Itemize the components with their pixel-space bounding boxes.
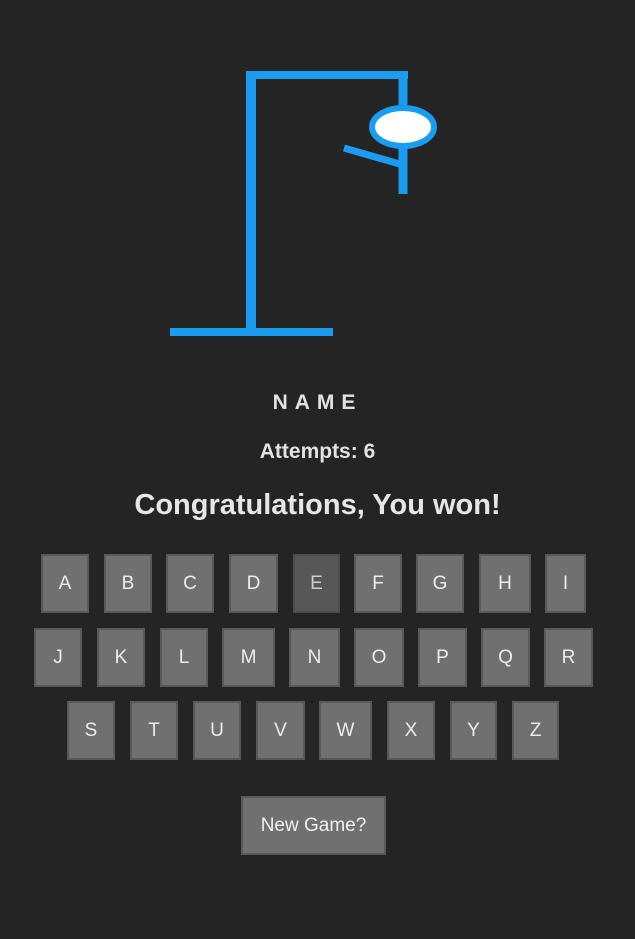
key-q[interactable]: Q xyxy=(481,628,530,687)
key-a[interactable]: A xyxy=(41,554,89,613)
key-j[interactable]: J xyxy=(34,628,82,687)
key-p[interactable]: P xyxy=(418,628,467,687)
key-v[interactable]: V xyxy=(256,701,305,760)
game-result-message: Congratulations, You won! xyxy=(134,489,501,521)
word-display: NAME xyxy=(272,391,363,414)
key-k[interactable]: K xyxy=(97,628,145,687)
key-z[interactable]: Z xyxy=(512,701,559,760)
key-i[interactable]: I xyxy=(545,554,586,613)
key-s[interactable]: S xyxy=(67,701,115,760)
hangman-head xyxy=(369,105,437,149)
key-u[interactable]: U xyxy=(193,701,241,760)
hangman-left-arm xyxy=(343,144,404,169)
key-m[interactable]: M xyxy=(222,628,275,687)
attempts-counter: Attempts: 6 xyxy=(259,440,376,463)
key-l[interactable]: L xyxy=(160,628,208,687)
key-h[interactable]: H xyxy=(479,554,531,613)
key-r[interactable]: R xyxy=(544,628,593,687)
key-y[interactable]: Y xyxy=(450,701,497,760)
key-t[interactable]: T xyxy=(130,701,178,760)
key-g[interactable]: G xyxy=(416,554,464,613)
key-w[interactable]: W xyxy=(319,701,372,760)
key-d[interactable]: D xyxy=(229,554,278,613)
new-game-button[interactable]: New Game? xyxy=(241,796,386,855)
key-x[interactable]: X xyxy=(387,701,435,760)
key-o[interactable]: O xyxy=(354,628,404,687)
key-f[interactable]: F xyxy=(354,554,402,613)
key-c[interactable]: C xyxy=(166,554,214,613)
key-n[interactable]: N xyxy=(289,628,340,687)
hangman-drawing xyxy=(170,71,437,336)
key-e[interactable]: E xyxy=(293,554,340,613)
key-b[interactable]: B xyxy=(104,554,152,613)
